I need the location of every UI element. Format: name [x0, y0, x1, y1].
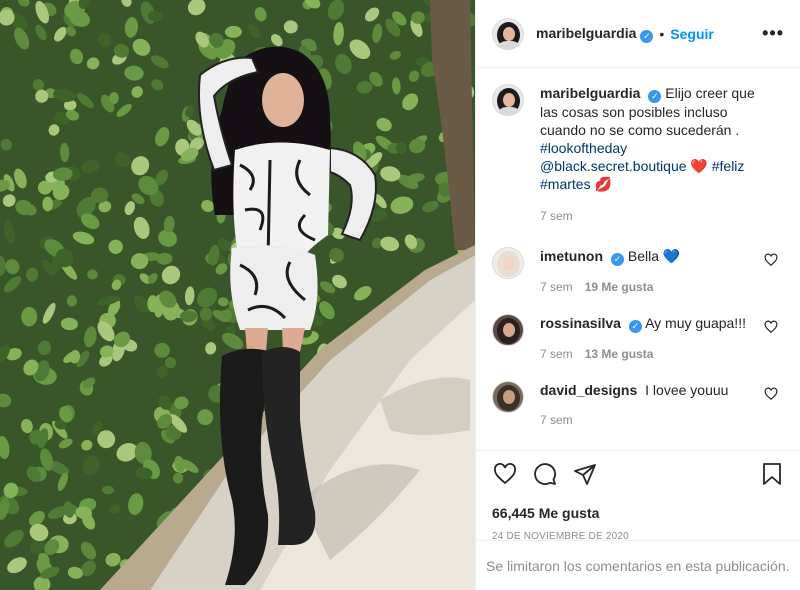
- comment-text: Bella 💙: [627, 248, 681, 264]
- comment: rossinasilva ✓ Ay muy guapa!!! 7 sem 13 Me…: [492, 314, 784, 363]
- instagram-post: maribelguardia ✓ • Seguir ••• maribelguar…: [0, 0, 800, 590]
- commenter-avatar[interactable]: [492, 314, 524, 346]
- comment-meta: 7 sem 19 Me gusta: [540, 278, 762, 296]
- header-user: maribelguardia ✓: [536, 25, 654, 43]
- caption-time[interactable]: 7 sem: [540, 209, 573, 223]
- heart-emoji: ❤️: [690, 158, 708, 174]
- comment-time[interactable]: 7 sem: [540, 280, 573, 294]
- mention-black-secret-boutique[interactable]: @black.secret.boutique: [540, 158, 687, 174]
- caption-username[interactable]: maribelguardia: [540, 85, 640, 101]
- comment-icon[interactable]: [532, 462, 558, 486]
- verified-badge-icon: ✓: [640, 29, 654, 43]
- verified-badge-icon: ✓: [611, 253, 624, 266]
- post-photo[interactable]: [0, 0, 475, 590]
- photo-illustration: [0, 0, 475, 590]
- comment-time[interactable]: 7 sem: [540, 347, 573, 361]
- comment-like-heart-icon[interactable]: [764, 387, 778, 401]
- more-options-icon[interactable]: •••: [762, 23, 784, 44]
- hashtag-lookoftheday[interactable]: #lookoftheday: [540, 140, 627, 156]
- comment-username[interactable]: rossinasilva: [540, 315, 621, 331]
- hashtag-martes[interactable]: #martes: [540, 176, 591, 192]
- bookmark-icon[interactable]: [760, 461, 784, 487]
- separator-dot: •: [659, 25, 665, 42]
- comment-meta: 7 sem 13 Me gusta: [540, 345, 762, 363]
- comment-likes[interactable]: 13 Me gusta: [585, 347, 654, 361]
- kiss-emoji: 💋: [594, 176, 612, 192]
- comment-body: imetunon ✓ Bella 💙 7 sem 19 Me gusta: [540, 247, 784, 296]
- commenter-avatar[interactable]: [492, 247, 524, 279]
- action-icons: [492, 461, 784, 487]
- paper-plane-icon[interactable]: [572, 462, 598, 486]
- comment-time[interactable]: 7 sem: [540, 413, 573, 427]
- comment-username[interactable]: david_designs: [540, 382, 637, 398]
- author-username[interactable]: maribelguardia: [536, 25, 636, 41]
- comment-username[interactable]: imetunon: [540, 248, 603, 264]
- like-count[interactable]: 66,445 Me gusta: [492, 505, 784, 521]
- comment-like-heart-icon[interactable]: [764, 253, 778, 267]
- hashtag-feliz[interactable]: #feliz: [712, 158, 745, 174]
- author-avatar[interactable]: [492, 84, 524, 116]
- comments-list[interactable]: maribelguardia ✓ Elijo creer que las cosa…: [476, 68, 800, 450]
- comment-text: I lovee youuu: [645, 382, 729, 398]
- author-avatar[interactable]: [492, 17, 524, 50]
- comments-limited-notice: Se limitaron los comentarios en esta pub…: [476, 540, 800, 590]
- comment-body: rossinasilva ✓ Ay muy guapa!!! 7 sem 13 Me…: [540, 314, 784, 363]
- comment: david_designs I lovee youuu 7 sem: [492, 381, 784, 429]
- follow-button[interactable]: Seguir: [670, 26, 714, 42]
- comment: imetunon ✓ Bella 💙 7 sem 19 Me gusta: [492, 247, 784, 296]
- verified-badge-icon: ✓: [628, 320, 642, 333]
- caption-body: maribelguardia ✓ Elijo creer que las cosa…: [540, 84, 784, 225]
- caption: maribelguardia ✓ Elijo creer que las cosa…: [492, 84, 784, 225]
- comment-text: Ay muy guapa!!!: [645, 315, 746, 331]
- verified-badge-icon: ✓: [648, 90, 662, 103]
- heart-icon[interactable]: [492, 462, 518, 486]
- commenter-avatar[interactable]: [492, 381, 524, 413]
- comment-body: david_designs I lovee youuu 7 sem: [540, 381, 784, 429]
- caption-meta: 7 sem: [540, 207, 762, 225]
- comment-like-heart-icon[interactable]: [764, 320, 778, 334]
- post-side-panel: maribelguardia ✓ • Seguir ••• maribelguar…: [475, 0, 800, 590]
- comment-meta: 7 sem: [540, 411, 762, 429]
- post-header: maribelguardia ✓ • Seguir •••: [476, 0, 800, 68]
- comment-likes[interactable]: 19 Me gusta: [585, 280, 654, 294]
